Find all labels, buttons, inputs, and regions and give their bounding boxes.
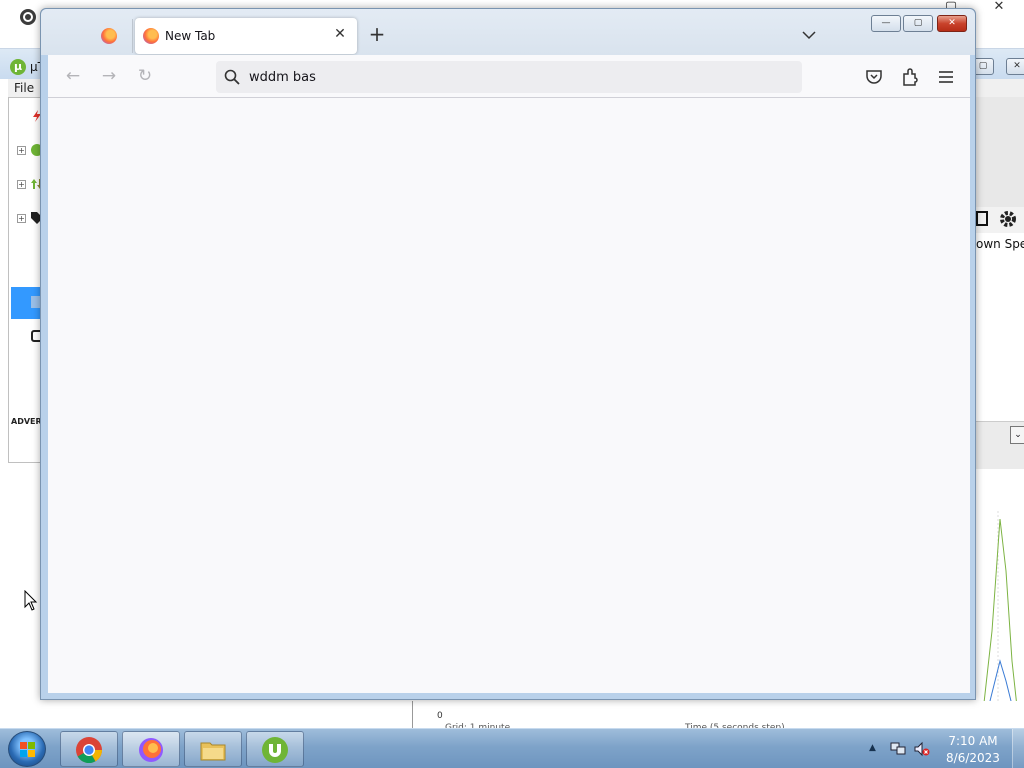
firefox-window: New Tab ✕ + — ▢ ✕ ← → ↻ wddm bas — [40, 8, 976, 700]
utorrent-close-button[interactable]: ✕ — [1006, 58, 1024, 75]
taskbar: ▲ 7:10 AM 8/6/2023 — [0, 728, 1024, 768]
chrome-icon[interactable] — [20, 9, 36, 25]
chrome-icon — [76, 737, 103, 764]
expand-labels-icon[interactable]: + — [17, 214, 26, 223]
volume-muted-icon[interactable] — [914, 741, 930, 757]
tab-new-tab[interactable]: New Tab ✕ — [135, 18, 357, 54]
taskbar-file-explorer[interactable] — [184, 731, 242, 767]
minimize-button[interactable]: — — [871, 15, 901, 32]
reload-button[interactable]: ↻ — [135, 67, 155, 87]
new-tab-button[interactable]: + — [367, 24, 387, 45]
utorrent-graph-toolbar: ⌄ — [976, 421, 1024, 469]
tab-title: New Tab — [165, 29, 216, 43]
gear-icon[interactable] — [998, 209, 1018, 229]
address-bar[interactable]: wddm bas — [216, 61, 802, 93]
network-icon[interactable] — [890, 741, 906, 757]
tab-close-icon[interactable]: ✕ — [333, 27, 347, 41]
tray-expand-icon[interactable]: ▲ — [869, 743, 876, 753]
pocket-icon[interactable] — [864, 67, 884, 87]
taskbar-chrome[interactable] — [60, 731, 118, 767]
firefox-icon — [143, 28, 159, 44]
maximize-button[interactable]: ▢ — [903, 15, 933, 32]
tab-background[interactable] — [89, 19, 133, 53]
utorrent-details-toolbar — [976, 97, 1024, 207]
hamburger-menu-icon[interactable] — [936, 67, 956, 87]
menu-file[interactable]: File — [14, 81, 34, 95]
utorrent-sidebar: + + + — [8, 97, 45, 463]
show-desktop-button[interactable] — [1012, 729, 1024, 768]
remote-icon[interactable] — [976, 211, 990, 227]
speed-graph: 0 Grid: 1 minute Time (5 seconds step) — [412, 701, 1024, 733]
search-icon — [224, 69, 240, 85]
expand-transfers-icon[interactable]: + — [17, 180, 26, 189]
firefox-icon — [101, 28, 117, 44]
start-button[interactable] — [8, 731, 46, 767]
taskbar-utorrent[interactable] — [246, 731, 304, 767]
firefox-tabstrip: New Tab ✕ + — ▢ ✕ — [41, 9, 975, 55]
down-speed-column-header[interactable]: own Speed — [976, 237, 1024, 251]
navigation-toolbar: ← → ↻ wddm bas — [48, 55, 970, 98]
taskbar-firefox[interactable] — [122, 731, 180, 767]
forward-button[interactable]: → — [99, 67, 119, 87]
speed-graph-lines — [981, 511, 1024, 731]
chevron-down-icon[interactable] — [801, 27, 817, 43]
address-bar-text[interactable]: wddm bas — [249, 70, 316, 85]
utorrent-icon: µ — [10, 59, 26, 75]
expand-feeds-icon[interactable]: + — [17, 146, 26, 155]
firefox-icon — [139, 738, 163, 762]
close-button[interactable]: ✕ — [937, 15, 967, 32]
chrome-close-button[interactable]: ✕ — [976, 0, 1022, 16]
clock-time[interactable]: 7:10 AM — [940, 734, 1006, 748]
windows-logo-icon — [20, 742, 35, 757]
page-content[interactable] — [48, 98, 970, 693]
mouse-pointer-icon — [24, 590, 38, 611]
graph-zero-label: 0 — [437, 711, 443, 721]
chevron-down-icon[interactable]: ⌄ — [1010, 426, 1024, 444]
utorrent-tools-row — [976, 207, 1024, 233]
clock-date[interactable]: 8/6/2023 — [940, 751, 1006, 765]
back-button[interactable]: ← — [63, 67, 83, 87]
utorrent-icon — [262, 737, 288, 763]
folder-icon — [200, 742, 226, 761]
extensions-icon[interactable] — [900, 67, 920, 87]
